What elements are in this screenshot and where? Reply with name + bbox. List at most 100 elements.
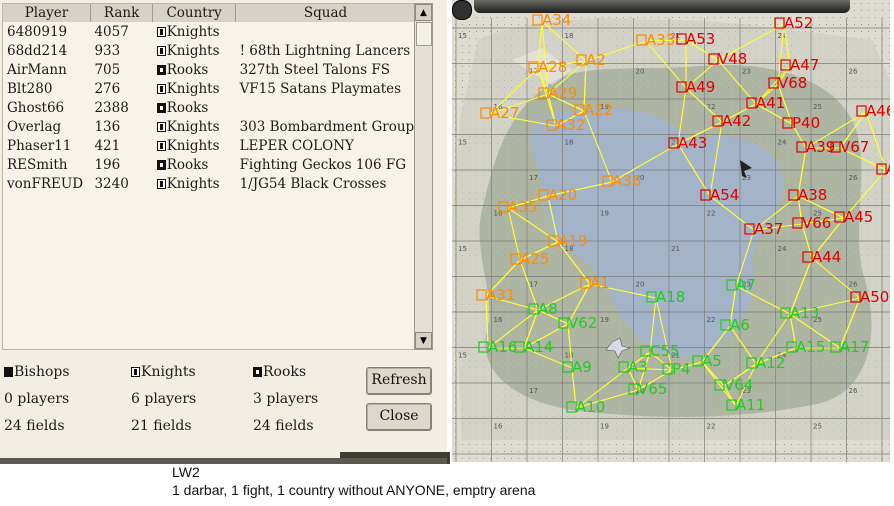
player-cell: RESmith	[7, 156, 68, 173]
sector-label: 26	[849, 387, 858, 395]
table-row[interactable]: vonFREUD 3240 Knights 1/JG54 Black Crosses	[3, 174, 416, 193]
rank-cell: 421	[94, 137, 121, 154]
squad-cell	[236, 98, 416, 117]
base-label: A27	[490, 104, 519, 122]
scroll-down-arrow-icon[interactable]: ▼	[415, 332, 432, 349]
base-label: A5	[702, 352, 722, 370]
squad-cell: 1/JG54 Black Crosses	[239, 175, 387, 192]
squad-cell: LEPER COLONY	[239, 137, 354, 154]
table-row[interactable]: AirMann 705 Rooks 327th Steel Talons FS	[3, 60, 416, 79]
knights-icon	[156, 45, 166, 56]
country-cell: Knights	[153, 174, 236, 193]
scrollbar-thumb[interactable]	[416, 22, 432, 46]
base-label: A47	[790, 56, 819, 74]
country-cell: Knights	[153, 22, 236, 41]
base-label: P4	[672, 360, 691, 378]
base-label: A37	[754, 220, 783, 238]
column-header-player[interactable]: Player	[3, 4, 91, 22]
base-label: V65	[638, 380, 667, 398]
sector-label: 15	[458, 32, 467, 40]
base-label: A41	[756, 94, 785, 112]
country-name: Rooks	[166, 61, 209, 78]
player-cell: vonFREUD	[7, 175, 84, 192]
base-label: V68	[778, 74, 807, 92]
summary-country: Bishops	[14, 364, 70, 380]
squad-cell: ! 68th Lightning Lancers	[239, 42, 411, 59]
table-row[interactable]: Blt280 276 Knights VF15 Satans Playmates	[3, 79, 416, 98]
sector-label: 19	[600, 316, 609, 324]
rank-cell: 2388	[94, 99, 129, 116]
column-header-squad[interactable]: Squad	[235, 4, 416, 22]
country-cell: Knights	[153, 136, 236, 155]
player-roster-panel: Player Rank Country Squad 6480919 4057 Kni…	[0, 0, 447, 462]
summary-country: Rooks	[263, 364, 307, 380]
table-row[interactable]: Ghost66 2388 Rooks	[3, 98, 416, 117]
base-label: V64	[724, 376, 753, 394]
squad-cell	[236, 22, 416, 41]
country-name: Rooks	[166, 156, 209, 173]
sector-label: 17	[529, 174, 538, 182]
table-row[interactable]: Overlag 136 Knights 303 Bombardment Group	[3, 117, 416, 136]
table-row[interactable]: 6480919 4057 Knights	[3, 22, 416, 41]
country-name: Knights	[166, 175, 220, 192]
base-label: A34	[542, 11, 571, 29]
base-label: A29	[548, 84, 577, 102]
rank-cell: 276	[94, 80, 121, 97]
sector-label: 24	[778, 139, 787, 147]
base-label: A50	[860, 288, 889, 306]
base-label: A12	[756, 354, 785, 372]
sector-label: 18	[565, 139, 574, 147]
rank-cell: 4057	[94, 23, 129, 40]
knights-icon	[156, 26, 166, 37]
map-corner-icon	[452, 0, 472, 20]
scroll-up-arrow-icon[interactable]: ▲	[415, 4, 432, 21]
sector-label: 22	[707, 103, 716, 111]
base-label: A54	[710, 186, 739, 204]
bishops-icon	[4, 367, 13, 377]
sector-label: 26	[849, 281, 858, 289]
sector-label: 24	[778, 245, 787, 253]
base-label: A49	[686, 78, 715, 96]
refresh-button[interactable]: Refresh	[366, 367, 432, 395]
table-row[interactable]: Phaser11 421 Knights LEPER COLONY	[3, 136, 416, 155]
sector-label: 16	[494, 210, 503, 218]
caption-description: 1 darbar, 1 fight, 1 country without ANY…	[172, 482, 536, 498]
sector-label: 17	[529, 387, 538, 395]
player-list[interactable]: Player Rank Country Squad 6480919 4057 Kni…	[2, 3, 417, 350]
base-label: A32	[556, 116, 585, 134]
player-list-scrollbar[interactable]: ▲ ▼	[414, 3, 433, 350]
country-name: Knights	[166, 23, 220, 40]
close-button[interactable]: Close	[366, 403, 432, 431]
rooks-summary: Rooks 3 players 24 fields	[253, 359, 363, 440]
base-label: A46	[866, 102, 890, 120]
sector-label: 22	[707, 316, 716, 324]
base-label: A35	[508, 198, 537, 216]
base-label: A11	[736, 396, 765, 414]
caption-title: LW2	[172, 464, 200, 480]
caption-text: LW2 1 darbar, 1 fight, 1 country without…	[172, 463, 535, 499]
rank-cell: 705	[94, 61, 121, 78]
base-label: A18	[656, 288, 685, 306]
column-header-rank[interactable]: Rank	[90, 4, 154, 22]
clipboard-map[interactable]: 1518212417202326161922251518212417202326…	[452, 0, 890, 462]
country-cell: Knights	[153, 41, 236, 60]
country-name: Knights	[166, 118, 220, 135]
base-label: A6	[730, 316, 750, 334]
base-label: A15	[796, 338, 825, 356]
sector-label: 26	[849, 68, 858, 76]
country-cell: Knights	[153, 117, 236, 136]
player-cell: AirMann	[7, 61, 67, 78]
player-cell: Ghost66	[7, 99, 65, 116]
summary-fields: 21 fields	[131, 418, 192, 434]
sector-label: 23	[742, 68, 751, 76]
base-label: A17	[840, 338, 869, 356]
player-table: Player Rank Country Squad 6480919 4057 Kni…	[3, 4, 416, 193]
knights-icon	[131, 367, 140, 377]
table-row[interactable]: RESmith 196 Rooks Fighting Geckos 106 FG	[3, 155, 416, 174]
base-label: A28	[538, 58, 567, 76]
sector-label: 21	[671, 245, 680, 253]
table-row[interactable]: 68dd214 933 Knights ! 68th Lightning Lancer…	[3, 41, 416, 60]
map-canvas[interactable]: 1518212417202326161922251518212417202326…	[452, 0, 890, 462]
sector-label: 26	[849, 174, 858, 182]
column-header-country[interactable]: Country	[152, 4, 237, 22]
